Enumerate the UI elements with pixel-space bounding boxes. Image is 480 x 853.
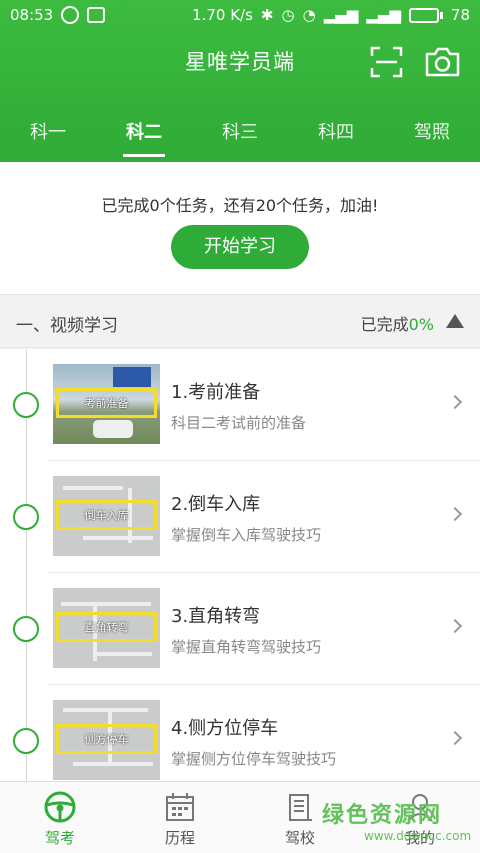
building-icon xyxy=(289,794,312,821)
chevron-right-icon xyxy=(447,730,463,746)
video-lesson-list: 考前准备 1.考前准备 科目二考试前的准备 倒车入库 2.倒车入库 掌握倒车入库… xyxy=(0,349,480,781)
lesson-item[interactable]: 侧方停车 4.侧方位停车 掌握侧方位停车驾驶技巧 xyxy=(0,685,480,781)
tab-subject-2[interactable]: 科二 xyxy=(96,110,192,162)
chevron-right-icon xyxy=(447,506,463,522)
battery-icon xyxy=(408,7,443,23)
progress-summary-text: 已完成0个任务，还有20个任务，加油! xyxy=(101,196,379,215)
tab-subject-4[interactable]: 科四 xyxy=(288,110,384,162)
status-time: 08:53 xyxy=(10,6,54,24)
status-bar: 08:53 1.70 K/s ✱ ◷ ◔ ▂▄▆ ▂▄▆ 78 xyxy=(0,0,480,30)
lesson-item[interactable]: 考前准备 1.考前准备 科目二考试前的准备 xyxy=(0,349,480,461)
status-circle-icon xyxy=(13,616,39,642)
lesson-item[interactable]: 倒车入库 2.倒车入库 掌握倒车入库驾驶技巧 xyxy=(0,461,480,573)
status-circle-icon xyxy=(13,504,39,530)
status-circle-icon xyxy=(13,728,39,754)
tab-subject-1[interactable]: 科一 xyxy=(0,110,96,162)
subject-tabs: 科一 科二 科三 科四 驾照 xyxy=(0,110,480,162)
watermark-site: www.downcc.com xyxy=(364,829,472,843)
camera-button[interactable] xyxy=(425,46,460,78)
scan-button[interactable] xyxy=(370,46,403,78)
wifi-icon: ◔ xyxy=(302,6,316,24)
thumbnail-caption: 直角转弯 xyxy=(84,621,129,634)
watermark-logo: 绿色资源网 www.downcc.com xyxy=(322,797,472,843)
watermark-brand: 绿色资源网 xyxy=(322,803,443,828)
lesson-title: 3.直角转弯 xyxy=(171,606,261,627)
status-circle-icon xyxy=(13,392,39,418)
nav-driving-test[interactable]: 驾考 xyxy=(0,782,120,853)
camera-icon xyxy=(425,47,460,77)
section-completion-label: 已完成 xyxy=(360,315,409,334)
steering-wheel-icon xyxy=(44,791,76,823)
network-speed: 1.70 K/s xyxy=(192,6,253,24)
thumbnail-caption: 侧方停车 xyxy=(84,733,129,746)
lesson-title: 2.倒车入库 xyxy=(171,494,261,515)
collapse-arrow-icon[interactable] xyxy=(446,314,464,328)
battery-level: 78 xyxy=(450,6,470,24)
app-header: 08:53 1.70 K/s ✱ ◷ ◔ ▂▄▆ ▂▄▆ 78 星唯学员端 科一… xyxy=(0,0,480,162)
lesson-description: 掌握倒车入库驾驶技巧 xyxy=(171,526,322,544)
alarm-icon: ◷ xyxy=(281,6,295,24)
nav-label: 历程 xyxy=(164,829,195,847)
bluetooth-icon: ✱ xyxy=(260,6,274,24)
chevron-right-icon xyxy=(447,394,463,410)
lesson-description: 掌握侧方位停车驾驶技巧 xyxy=(171,750,337,768)
section-completion: 已完成0% xyxy=(361,311,434,335)
signal-icon: ▂▄▆ xyxy=(323,6,359,24)
lesson-thumbnail: 侧方停车 xyxy=(53,700,160,780)
section-completion-percent: 0% xyxy=(408,315,434,334)
lesson-thumbnail: 倒车入库 xyxy=(53,476,160,556)
calendar-icon xyxy=(166,793,194,821)
tab-subject-3[interactable]: 科三 xyxy=(192,110,288,162)
nav-label: 驾考 xyxy=(44,829,75,847)
tab-license[interactable]: 驾照 xyxy=(384,110,480,162)
lesson-thumbnail: 考前准备 xyxy=(53,364,160,444)
thumbnail-caption: 倒车入库 xyxy=(84,509,129,522)
page-title: 星唯学员端 xyxy=(185,50,295,74)
thumbnail-caption: 考前准备 xyxy=(84,397,129,410)
lesson-item[interactable]: 直角转弯 3.直角转弯 掌握直角转弯驾驶技巧 xyxy=(0,573,480,685)
app-notification-icon xyxy=(61,6,80,24)
lesson-description: 科目二考试前的准备 xyxy=(171,414,307,432)
section-header-video[interactable]: 一、视频学习 已完成0% xyxy=(0,296,480,348)
lesson-title: 1.考前准备 xyxy=(171,382,261,403)
lesson-title: 4.侧方位停车 xyxy=(171,718,279,739)
scan-icon xyxy=(370,46,403,78)
lesson-description: 掌握直角转弯驾驶技巧 xyxy=(171,638,322,656)
nav-history[interactable]: 历程 xyxy=(120,782,240,853)
signal-4g-icon: ▂▄▆ xyxy=(366,6,401,24)
section-title: 一、视频学习 xyxy=(16,316,118,336)
image-notification-icon xyxy=(87,7,106,23)
chevron-right-icon xyxy=(447,618,463,634)
progress-summary: 已完成0个任务，还有20个任务，加油! 开始学习 xyxy=(0,162,480,295)
start-learning-button[interactable]: 开始学习 xyxy=(171,225,309,269)
lesson-thumbnail: 直角转弯 xyxy=(53,588,160,668)
